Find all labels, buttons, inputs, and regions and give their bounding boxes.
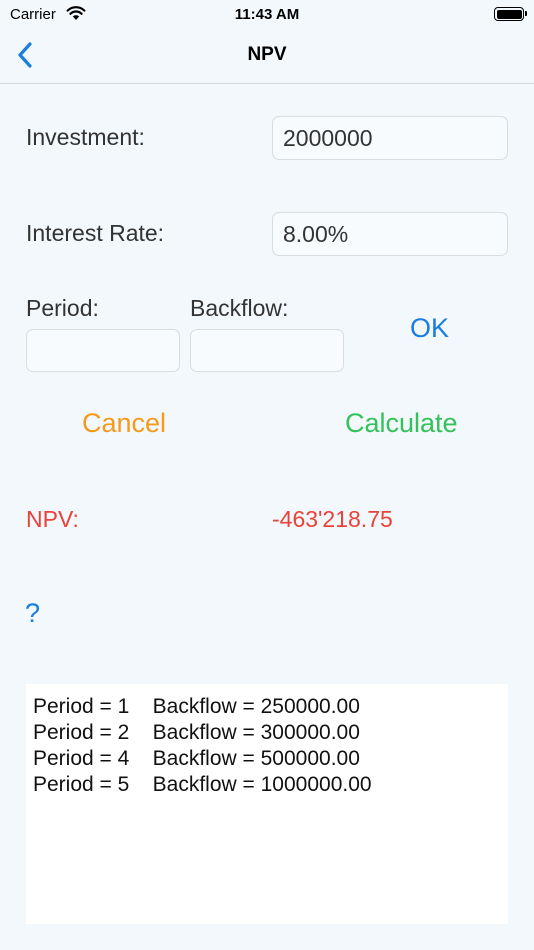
period-label: Period:	[26, 295, 99, 321]
investment-value: 2000000	[283, 124, 373, 151]
investment-input[interactable]: 2000000	[272, 116, 508, 160]
status-bar: Carrier 11:43 AM	[0, 0, 534, 30]
page-title: NPV	[247, 44, 287, 65]
navigation-bar: NPV	[0, 30, 534, 84]
backflow-input[interactable]	[190, 329, 344, 372]
npv-result-label: NPV:	[26, 506, 79, 532]
investment-label: Investment:	[26, 124, 145, 150]
calculate-button[interactable]: Calculate	[345, 408, 458, 439]
list-item: Period = 4 Backflow = 500000.00	[33, 747, 360, 770]
clock: 11:43 AM	[234, 6, 300, 23]
interest-rate-input[interactable]: 8.00%	[272, 212, 508, 256]
list-item: Period = 5 Backflow = 1000000.00	[33, 773, 372, 796]
backflow-label: Backflow:	[190, 295, 289, 321]
list-item: Period = 2 Backflow = 300000.00	[33, 721, 360, 744]
ok-button[interactable]: OK	[410, 313, 449, 344]
period-input[interactable]	[26, 329, 180, 372]
interest-rate-value: 8.00%	[283, 220, 349, 247]
battery-level-fill	[496, 9, 522, 19]
cancel-button[interactable]: Cancel	[82, 408, 166, 439]
cashflow-list[interactable]: Period = 1 Backflow = 250000.00 Period =…	[26, 684, 508, 924]
battery-icon	[494, 7, 527, 21]
list-item: Period = 1 Backflow = 250000.00	[33, 695, 360, 718]
help-button[interactable]: ?	[25, 598, 40, 629]
interest-rate-label: Interest Rate:	[26, 220, 165, 246]
npv-result-value: -463'218.75	[272, 506, 393, 532]
